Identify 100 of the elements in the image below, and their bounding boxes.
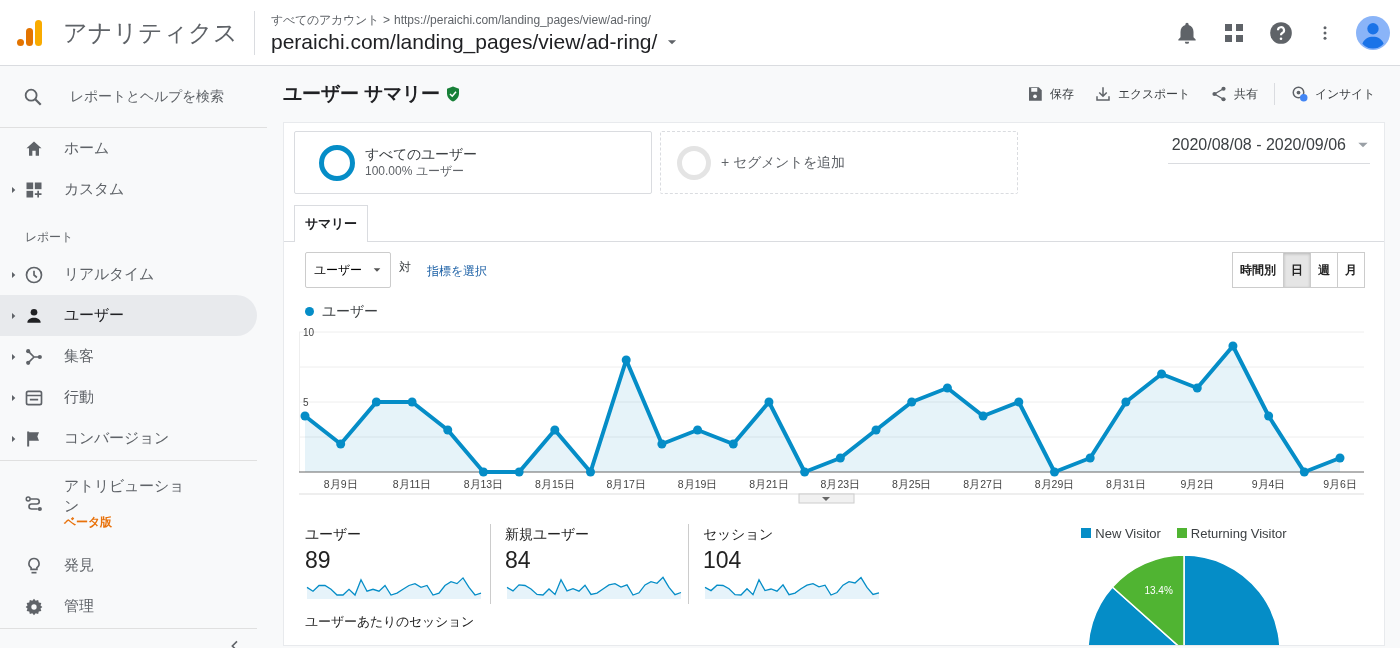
metric-value: 84 [505, 545, 532, 575]
sidebar-item-label: 発見 [64, 555, 94, 576]
beta-label: ベータ版 [64, 515, 113, 531]
expand-arrow-icon[interactable] [10, 393, 18, 402]
data-point[interactable] [1121, 397, 1131, 406]
tab[interactable]: サマリー [294, 205, 368, 242]
chart-expand-tab[interactable] [798, 493, 855, 503]
sidebar-item[interactable]: 集客 [0, 336, 257, 377]
data-point[interactable] [586, 467, 595, 476]
data-point[interactable] [371, 397, 381, 406]
granularity-button[interactable]: 日 [1283, 251, 1311, 288]
sidebar-item[interactable]: コンバージョン [0, 418, 257, 459]
data-point[interactable] [764, 397, 774, 406]
granularity-button[interactable]: 週 [1310, 251, 1338, 288]
data-point[interactable] [1264, 411, 1274, 420]
metric-label: セッション [703, 524, 774, 544]
sidebar-item[interactable]: 発見 [0, 545, 257, 586]
help-icon[interactable] [1268, 19, 1294, 46]
data-point[interactable] [728, 439, 738, 448]
sidebar-item-label: 行動 [64, 387, 94, 408]
sidebar-item-label: ユーザー [64, 305, 124, 326]
bar-chart-logo-icon [15, 17, 45, 48]
legend-label: Returning Visitor [1190, 524, 1287, 543]
clock-icon [24, 264, 44, 285]
expand-arrow-icon[interactable] [10, 270, 18, 279]
metric-dropdown[interactable]: ユーザー [305, 251, 391, 288]
data-point[interactable] [478, 467, 488, 476]
y-axis-label: 10 [303, 326, 315, 338]
data-point[interactable] [693, 425, 703, 434]
sidebar-item-label: コンバージョン [64, 428, 169, 449]
metric-value: 104 [703, 545, 743, 575]
toolbar-button[interactable]: 保存 [1016, 85, 1084, 103]
pie-slice[interactable] [1111, 554, 1185, 645]
breadcrumb-separator: > [383, 11, 390, 29]
data-point[interactable] [657, 439, 667, 448]
page-title: ユーザー サマリー [283, 81, 441, 106]
data-point[interactable] [1085, 453, 1095, 462]
breadcrumb-link[interactable]: https://peraichi.com/landing_pages/view/ad-ring/ [394, 10, 651, 29]
granularity-button[interactable]: 月 [1337, 251, 1365, 288]
slice-percent-label: 13.4% [1144, 585, 1173, 597]
data-point[interactable] [336, 439, 346, 448]
segment-card[interactable]: すべてのユーザー 100.00% ユーザー [294, 131, 652, 194]
segment-name: すべてのユーザー [365, 146, 477, 164]
data-point[interactable] [1228, 341, 1238, 350]
y-axis-label: 5 [303, 396, 309, 408]
granularity-button[interactable]: 時間別 [1232, 251, 1284, 288]
breadcrumb-link[interactable]: すべてのアカウント [271, 10, 379, 29]
toolbar-button[interactable]: 共有 [1200, 85, 1268, 103]
expand-arrow-icon[interactable] [10, 311, 18, 320]
sidebar-item[interactable]: 管理 [0, 586, 257, 627]
data-point[interactable] [978, 411, 988, 420]
sidebar-item[interactable]: ユーザー [0, 295, 257, 336]
metric-label: 新規ユーザー [505, 524, 590, 544]
data-point[interactable] [1050, 467, 1059, 476]
data-point[interactable] [1014, 397, 1024, 406]
sidebar-item[interactable]: アトリビューション ベータ版 [0, 462, 257, 545]
data-point[interactable] [907, 397, 917, 406]
x-axis-label: 8月31日 [1106, 477, 1146, 490]
property-selector[interactable]: peraichi.com/landing_pages/view/ad-ring/ [271, 28, 658, 55]
sidebar-item[interactable]: リアルタイム [0, 254, 257, 295]
data-point[interactable] [871, 425, 881, 434]
gear-icon [24, 596, 44, 617]
x-axis-label: 8月17日 [606, 477, 646, 490]
metric-value: 89 [305, 545, 332, 575]
metric-label: ユーザー [305, 524, 362, 544]
select-metric-link[interactable]: 指標を選択 [427, 261, 487, 280]
expand-arrow-icon[interactable] [10, 434, 18, 443]
toolbar-button[interactable]: エクスポート [1084, 85, 1200, 103]
avatar-icon[interactable] [1356, 15, 1390, 50]
x-axis-label: 8月11日 [392, 477, 432, 490]
data-point[interactable] [942, 383, 952, 392]
data-point[interactable] [800, 467, 810, 476]
expand-arrow-icon[interactable] [10, 185, 18, 194]
date-range-selector[interactable]: 2020/08/08 - 2020/09/06 [1167, 133, 1370, 164]
sidebar-item[interactable]: 行動 [0, 377, 257, 418]
data-point[interactable] [1299, 467, 1309, 476]
segment-card[interactable]: + セグメントを追加 [660, 131, 1018, 194]
sidebar-item-label: 集客 [64, 346, 94, 367]
add-segment-label: + セグメントを追加 [721, 153, 846, 172]
data-point[interactable] [1157, 369, 1167, 378]
search-field[interactable]: レポートとヘルプを検索 [67, 85, 267, 108]
data-point[interactable] [835, 453, 845, 462]
data-point[interactable] [550, 425, 560, 434]
segment-ring-icon [319, 144, 355, 181]
x-axis-label: 9月6日 [1323, 477, 1357, 490]
sidebar-item-label: カスタム [64, 179, 124, 200]
legend-label: New Visitor [1095, 524, 1161, 543]
data-point[interactable] [621, 355, 631, 364]
data-point[interactable] [443, 425, 453, 434]
sidebar-item[interactable]: カスタム [0, 169, 257, 210]
path-icon [24, 493, 44, 514]
data-point[interactable] [300, 411, 310, 420]
sidebar-item[interactable]: ホーム [0, 128, 257, 169]
metric-label: ユーザーあたりのセッション [305, 612, 475, 631]
expand-arrow-icon[interactable] [10, 352, 18, 361]
data-point[interactable] [514, 467, 524, 476]
toolbar-button[interactable]: インサイト [1281, 85, 1385, 103]
data-point[interactable] [407, 397, 417, 406]
data-point[interactable] [1192, 383, 1202, 392]
data-point[interactable] [1335, 453, 1345, 462]
